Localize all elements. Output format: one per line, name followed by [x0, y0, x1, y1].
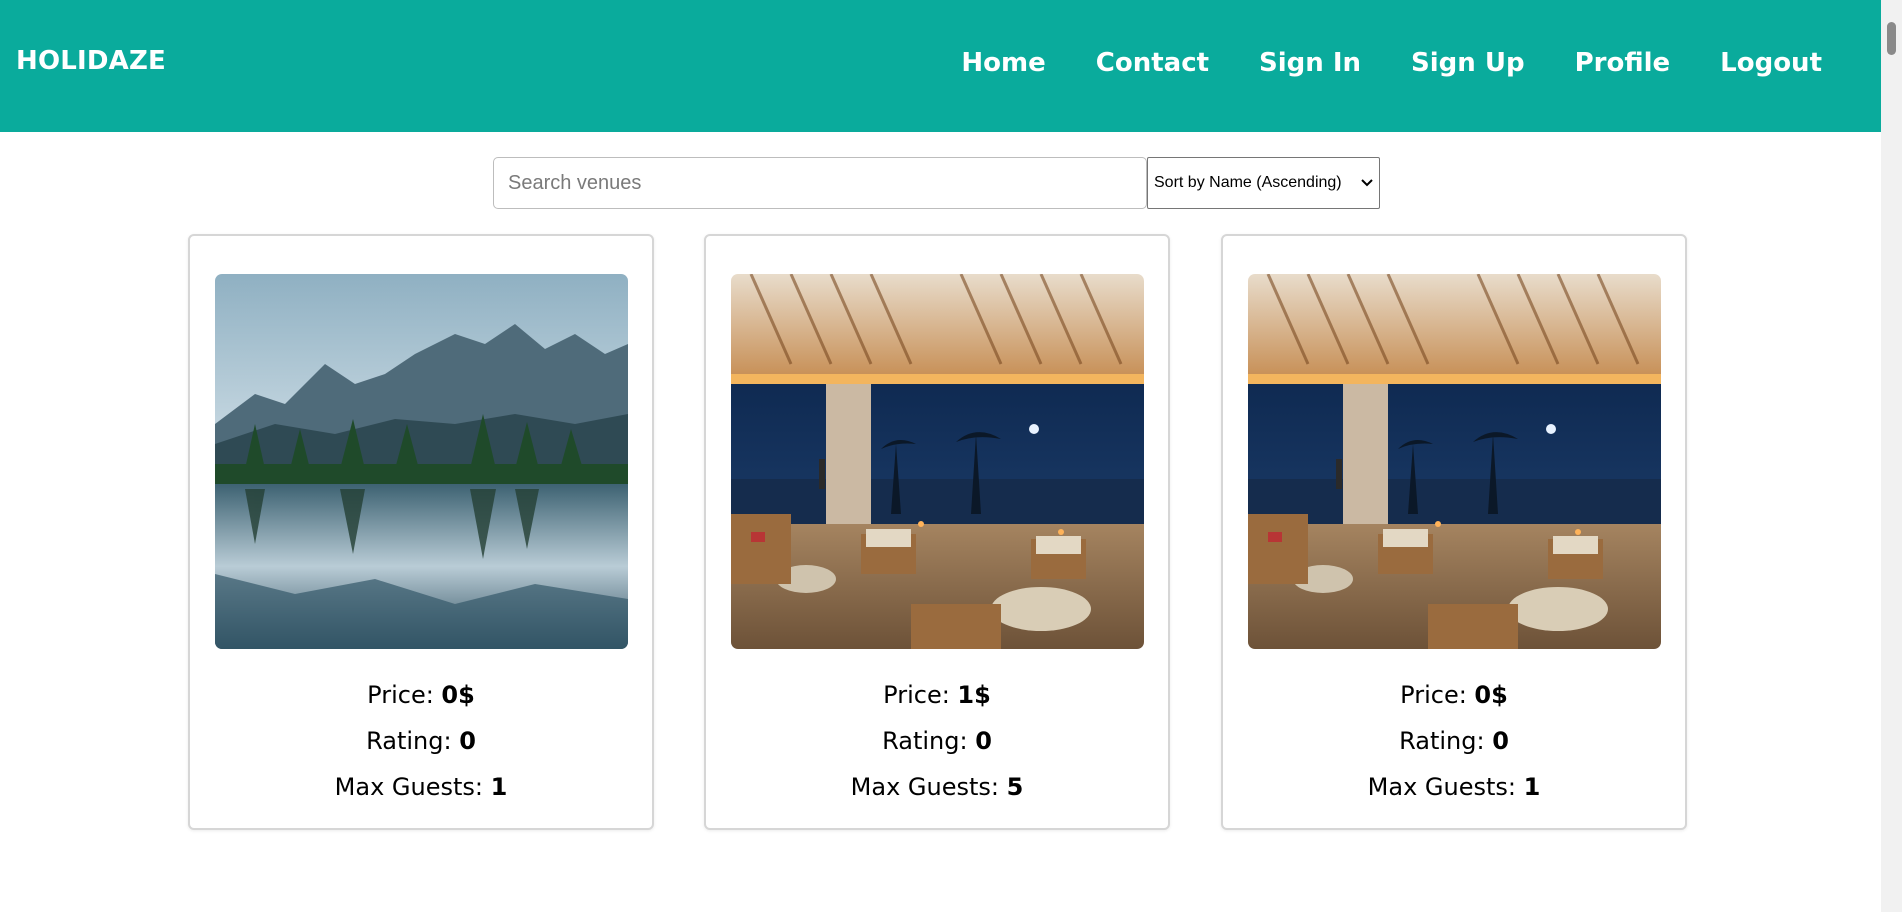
rating-line: Rating: 0	[190, 718, 652, 764]
price-value: 0$	[1474, 681, 1508, 709]
price-line: Price: 1$	[706, 672, 1168, 718]
vertical-scrollbar[interactable]	[1881, 0, 1902, 912]
max-guests-line: Max Guests: 1	[190, 764, 652, 810]
venue-info: Price: 1$ Rating: 0 Max Guests: 5	[706, 672, 1168, 810]
price-line: Price: 0$	[190, 672, 652, 718]
venue-image-night-lounge[interactable]	[1248, 274, 1661, 649]
mountain-lake-photo	[215, 274, 628, 649]
max-guests-label: Max Guests:	[334, 773, 491, 801]
night-lounge-photo	[1248, 274, 1661, 649]
rating-line: Rating: 0	[1223, 718, 1685, 764]
nav-profile-link[interactable]: Profile	[1575, 48, 1671, 78]
max-guests-label: Max Guests:	[1367, 773, 1524, 801]
nav-links: Home Contact Sign In Sign Up Profile Log…	[961, 48, 1822, 78]
nav-sign-in-link[interactable]: Sign In	[1259, 48, 1361, 78]
max-guests-value: 1	[1523, 773, 1541, 801]
max-guests-value: 5	[1006, 773, 1024, 801]
price-value: 1$	[957, 681, 991, 709]
price-label: Price:	[1400, 681, 1475, 709]
nav-home-link[interactable]: Home	[961, 48, 1045, 78]
venue-image-night-lounge[interactable]	[731, 274, 1144, 649]
nav-contact-link[interactable]: Contact	[1096, 48, 1209, 78]
rating-label: Rating:	[366, 727, 460, 755]
nav-logout-link[interactable]: Logout	[1720, 48, 1822, 78]
venue-image-mountain-lake[interactable]	[215, 274, 628, 649]
venue-info: Price: 0$ Rating: 0 Max Guests: 1	[1223, 672, 1685, 810]
nav-sign-up-link[interactable]: Sign Up	[1411, 48, 1525, 78]
chevron-down-icon	[1361, 179, 1373, 187]
price-label: Price:	[367, 681, 442, 709]
price-value: 0$	[441, 681, 475, 709]
brand-logo[interactable]: HOLIDAZE	[16, 46, 166, 76]
night-lounge-photo	[731, 274, 1144, 649]
max-guests-value: 1	[490, 773, 508, 801]
max-guests-label: Max Guests:	[850, 773, 1007, 801]
venue-card[interactable]: Price: 0$ Rating: 0 Max Guests: 1	[1221, 234, 1687, 830]
venue-card[interactable]: Price: 0$ Rating: 0 Max Guests: 1	[188, 234, 654, 830]
rating-line: Rating: 0	[706, 718, 1168, 764]
price-line: Price: 0$	[1223, 672, 1685, 718]
page: HOLIDAZE Home Contact Sign In Sign Up Pr…	[0, 0, 1902, 912]
scrollbar-thumb[interactable]	[1887, 22, 1896, 55]
rating-label: Rating:	[882, 727, 976, 755]
navbar: HOLIDAZE Home Contact Sign In Sign Up Pr…	[0, 0, 1881, 132]
rating-value: 0	[459, 727, 476, 755]
venue-card[interactable]: Price: 1$ Rating: 0 Max Guests: 5	[704, 234, 1170, 830]
rating-value: 0	[1492, 727, 1509, 755]
price-label: Price:	[883, 681, 958, 709]
max-guests-line: Max Guests: 1	[1223, 764, 1685, 810]
search-input[interactable]	[493, 157, 1147, 209]
sort-select[interactable]: Sort by Name (Ascending)	[1147, 157, 1380, 209]
sort-selected-value: Sort by Name (Ascending)	[1154, 174, 1342, 191]
max-guests-line: Max Guests: 5	[706, 764, 1168, 810]
rating-label: Rating:	[1399, 727, 1493, 755]
search-row: Sort by Name (Ascending)	[493, 157, 1380, 209]
rating-value: 0	[975, 727, 992, 755]
venue-info: Price: 0$ Rating: 0 Max Guests: 1	[190, 672, 652, 810]
